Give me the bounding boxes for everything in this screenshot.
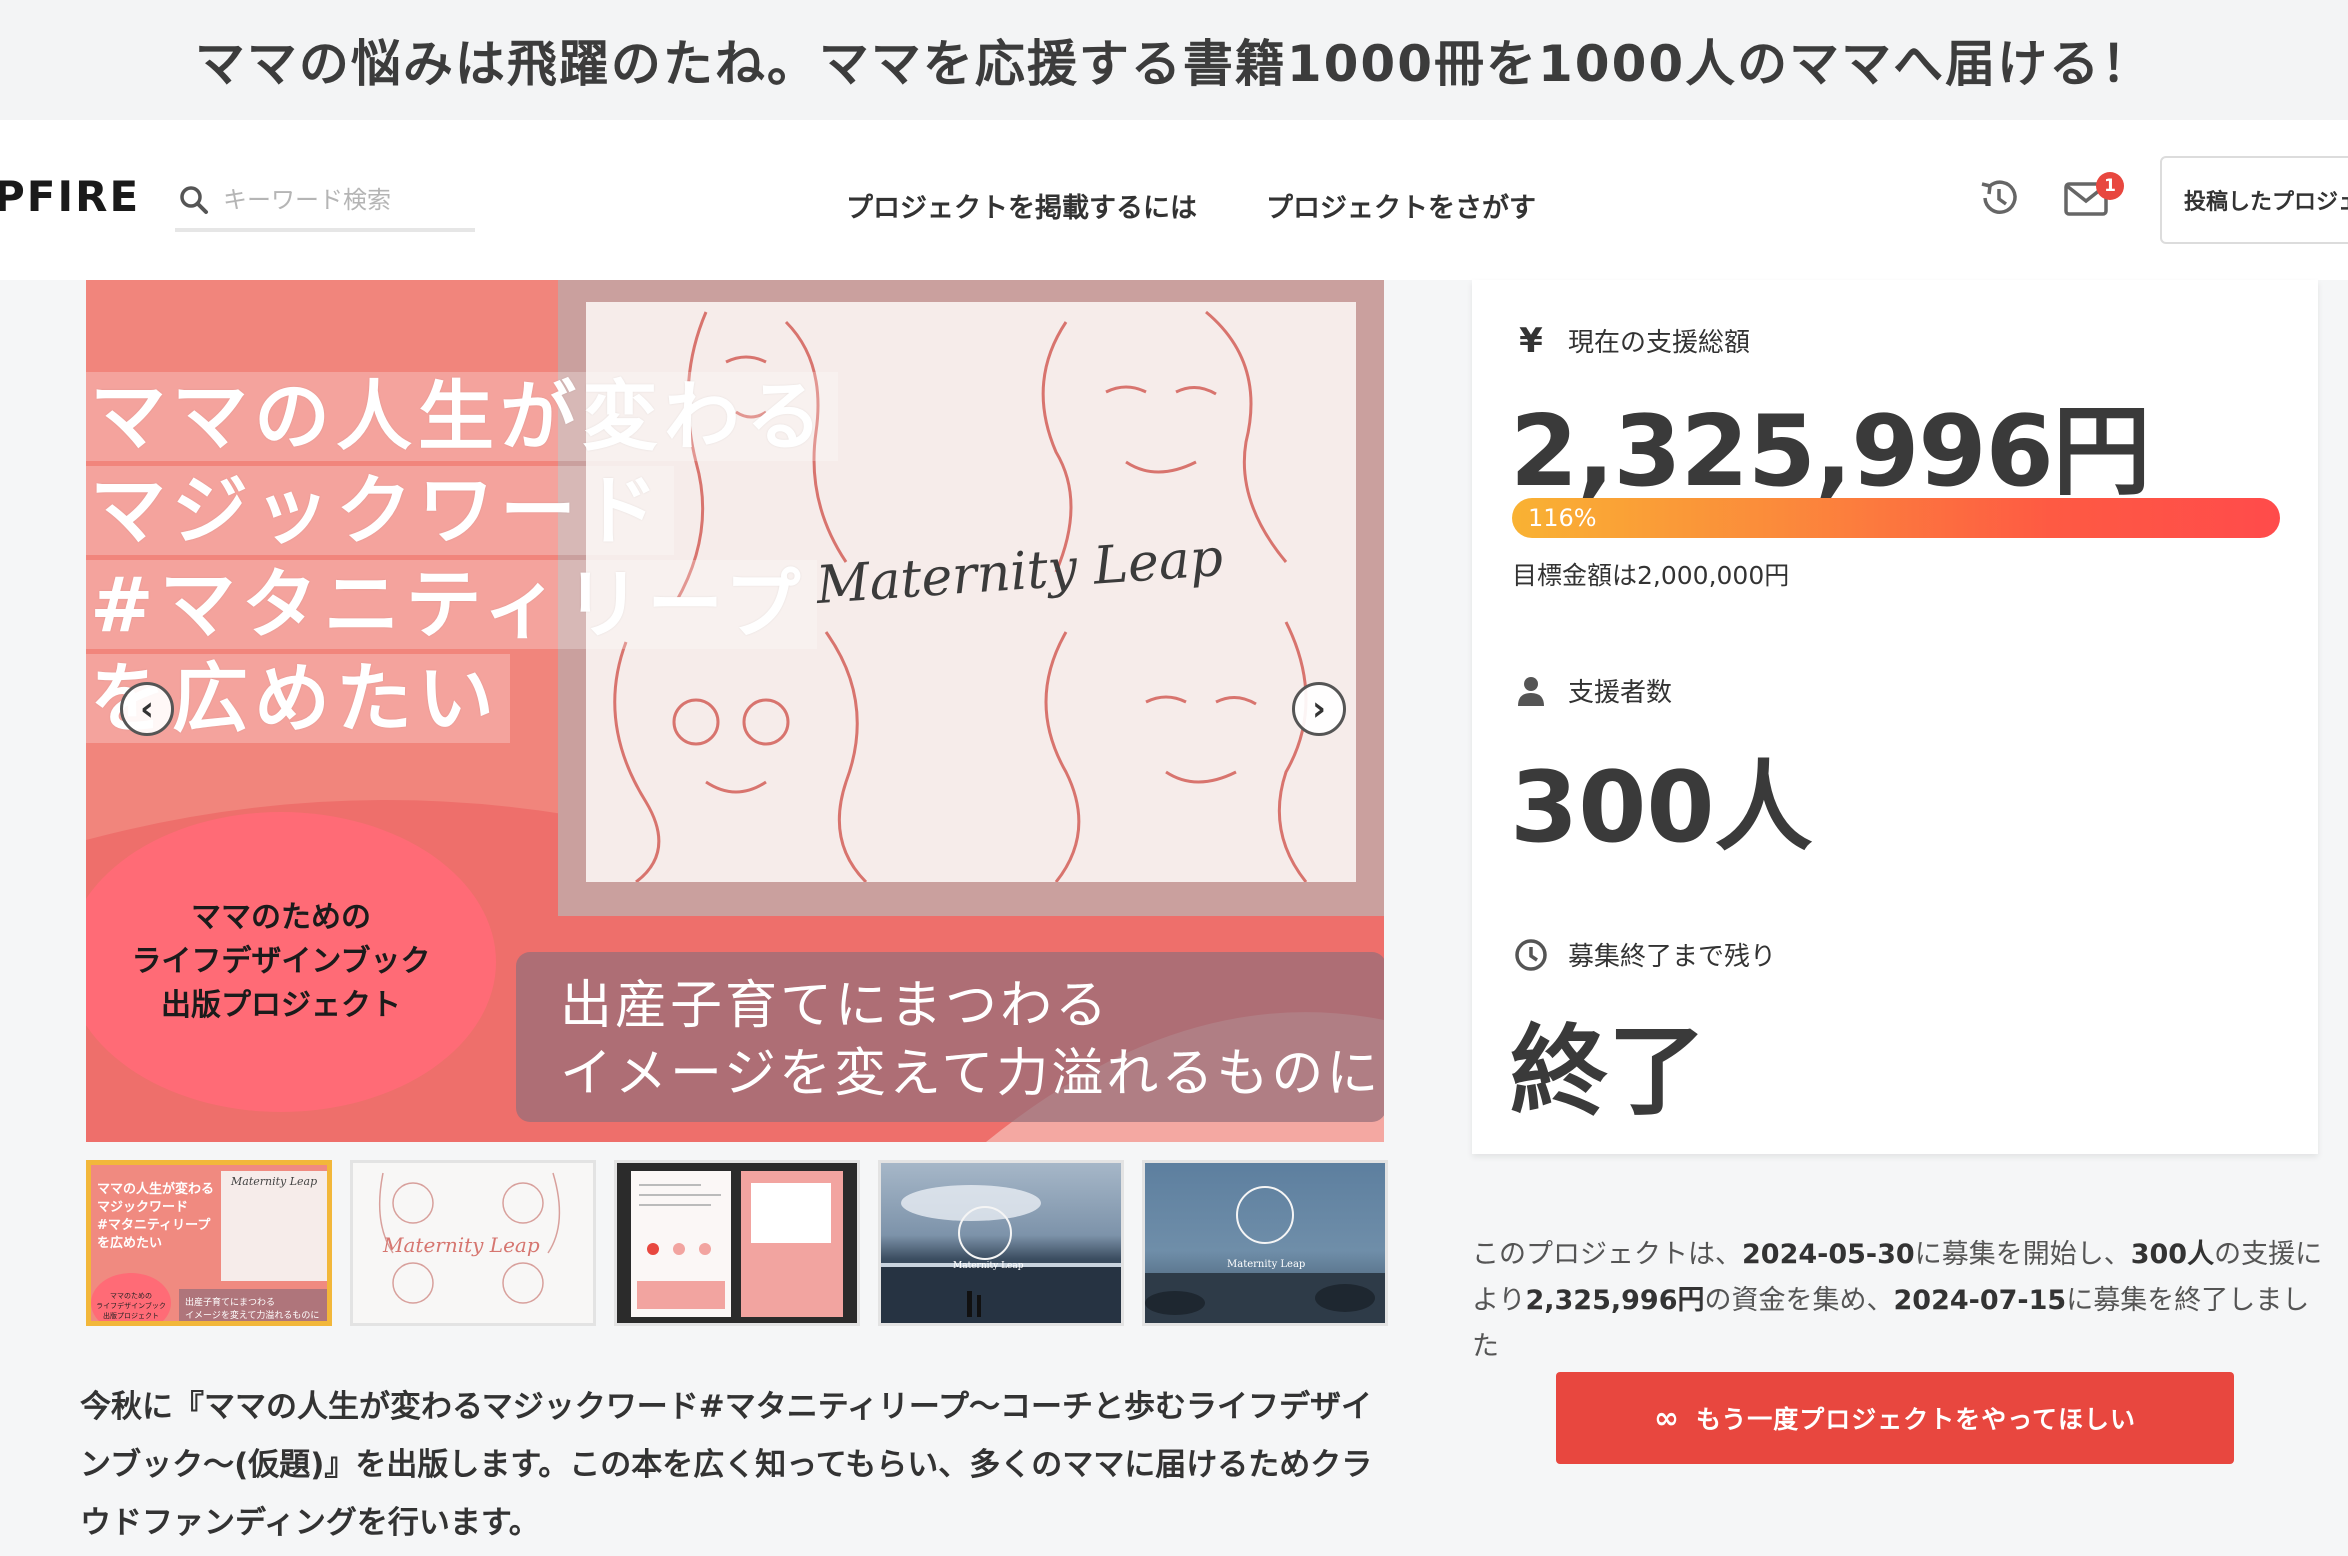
supporters-label-row: 支援者数 [1514,672,1672,709]
thumb-circle: ママのための ライフデザインブック 出版プロジェクト [91,1273,171,1321]
page-title: ママの悩みは飛躍のたね。ママを応援する書籍1000冊を1000人のママへ届ける！ [194,35,2154,93]
logo[interactable]: PFIRE [0,172,140,221]
notification-badge: 1 [2096,172,2124,200]
thumb-subtitle: 出産子育てにまつわる イメージを変えて力溢れるものに [179,1289,327,1321]
infinity-icon: ∞ [1653,1400,1680,1436]
carousel-prev-button[interactable]: ‹ [120,682,174,736]
thumbnail-2[interactable]: Maternity Leap [350,1160,596,1326]
project-summary: このプロジェクトは、2024-05-30に募集を開始し、300人の支援により2,… [1472,1239,2323,1362]
start-date: 2024-05-30 [1742,1239,1915,1270]
hero-title-line: マジックワード [86,464,838,558]
remaining-label: 募集終了まで残り [1568,942,1777,972]
total-amount: 2,325,996円 [1510,395,2151,509]
thumb-page-left [631,1171,731,1317]
supporters-count: 300人 [1510,751,1813,865]
hero-title: ママの人生が変わる マジックワード #マタニティリープ を広めたい [86,370,838,746]
thumb-page-box [751,1183,831,1243]
thumbnail-3[interactable] [614,1160,860,1326]
thumb-caption: Maternity Leap [953,1261,1024,1271]
yen-icon: ¥ [1519,320,1543,361]
clock-icon [1515,938,1547,971]
progress-percent: 116% [1528,504,1597,532]
thumbnail-5[interactable]: Maternity Leap [1142,1160,1388,1326]
history-icon[interactable] [1976,175,2022,221]
thumb-title: ママの人生が変わる マジックワード #マタニティリープ を広めたい [97,1182,215,1251]
messages-button[interactable]: 1 [2064,172,2124,224]
circle-line: 出版プロジェクト [161,988,401,1023]
circle-line: ママのための [191,900,371,935]
funding-stats-panel: ¥ 現在の支援総額 2,325,996円 116% 目標金額は2,000,000… [1472,280,2318,1154]
remaining-value: 終了 [1510,1015,1707,1129]
thumbnail-4[interactable]: Maternity Leap [878,1160,1124,1326]
nav-find-project[interactable]: プロジェクトをさがす [1266,186,1536,225]
site-header: PFIRE プロジェクトを掲載するには プロジェクトをさがす 1 投稿したプロジ… [0,120,2348,280]
search-icon [180,186,208,214]
posted-projects-button[interactable]: 投稿したプロジェ [2160,156,2348,244]
hero-subtitle-line: 出産子育てにまつわる [560,976,1111,1036]
hero-title-line: を広めたい [86,652,838,746]
remaining-label-row: 募集終了まで残り [1514,936,1776,973]
hero-title-line: #マタニティリープ [86,558,838,652]
end-date: 2024-07-15 [1893,1285,2067,1316]
request-again-button[interactable]: ∞ もう一度プロジェクトをやってほしい [1556,1372,2234,1464]
total-label: 現在の支援総額 [1568,328,1751,358]
thumbnail-1[interactable]: ママの人生が変わる マジックワード #マタニティリープ を広めたい ママのための… [86,1160,332,1326]
goal-amount: 目標金額は2,000,000円 [1512,561,1790,590]
project-main-image: Maternity Leap ママの人生が変わる マジックワード #マタニティリ… [86,280,1384,1142]
thumb-caption: Maternity Leap [1227,1259,1306,1270]
hero-title-line: ママの人生が変わる [86,370,838,464]
search-box[interactable] [175,172,475,232]
hero-circle-badge: ママのための ライフデザインブック 出版プロジェクト [86,812,496,1112]
project-description: 今秋に『ママの人生が変わるマジックワード#マタニティリープ〜コーチと歩むライフデ… [80,1389,1373,1541]
summary-amount: 2,325,996円 [1525,1285,1705,1316]
hero-subtitle-box: 出産子育てにまつわる イメージを変えて力溢れるものに [516,952,1384,1122]
thumbnail-strip: ママの人生が変わる マジックワード #マタニティリープ を広めたい ママのための… [86,1160,1388,1326]
summary-supporters: 300人 [2130,1239,2215,1270]
thumb-seascape [881,1185,1121,1323]
circle-line: ライフデザインブック [131,944,431,979]
thumb-script: Maternity Leap [383,1233,540,1257]
search-input[interactable] [223,186,463,214]
request-again-label: もう一度プロジェクトをやってほしい [1695,1405,2136,1434]
thumb-script: Maternity Leap [231,1175,318,1188]
hero-subtitle-line: イメージを変えて力溢れるものに [560,1044,1382,1104]
person-icon [1518,676,1544,706]
carousel-next-button[interactable]: › [1292,682,1346,736]
nav-list-project[interactable]: プロジェクトを掲載するには [846,186,1197,225]
thumb-rocky-shore [1145,1186,1385,1323]
total-label-row: ¥ 現在の支援総額 [1514,320,1751,361]
funding-progress-bar: 116% [1512,498,2280,538]
title-banner: ママの悩みは飛躍のたね。ママを応援する書籍1000冊を1000人のママへ届ける！ [0,0,2348,120]
supporters-label: 支援者数 [1568,678,1673,708]
